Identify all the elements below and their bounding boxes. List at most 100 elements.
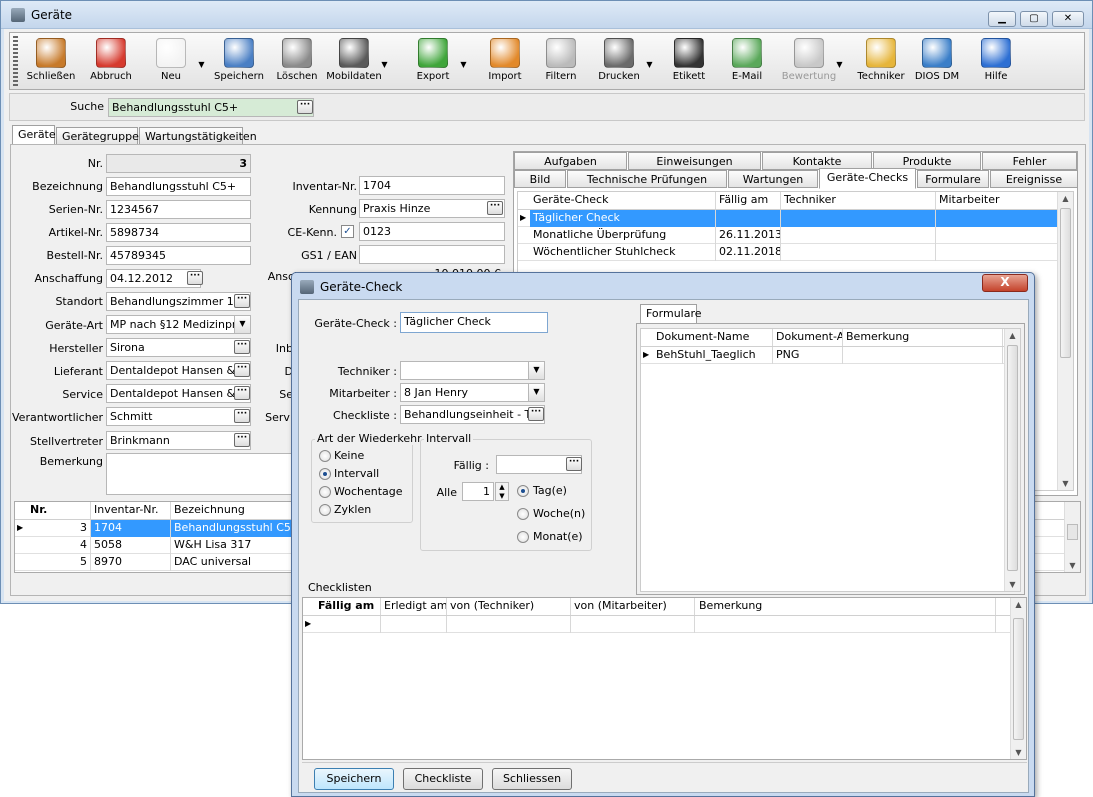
column-header[interactable]: Erledigt am	[381, 598, 447, 615]
scroll-down-icon[interactable]: ▼	[1065, 561, 1080, 570]
dropdown-arrow-icon[interactable]: ▼	[645, 60, 654, 69]
geraeteart-select[interactable]: MP nach §12 Medizinproc	[106, 315, 251, 334]
art-radio-1[interactable]	[319, 450, 331, 462]
table-row[interactable]: Wöchentlicher Stuhlcheck 02.11.2018	[518, 244, 1060, 261]
checkliste-field[interactable]: Behandlungseinheit - Tägli	[400, 405, 545, 424]
right-tab-row2-6[interactable]: Ereignisse	[990, 170, 1078, 188]
verantwortlicher-ellipsis-button[interactable]: ···	[234, 409, 250, 423]
formulare-grid-scrollbar[interactable]: ▲ ▼	[1004, 329, 1020, 591]
checklisten-grid-scrollbar[interactable]: ▲ ▼	[1010, 598, 1026, 759]
faellig-ellipsis-button[interactable]: ···	[566, 457, 582, 471]
toolbar-button-5[interactable]: Löschen	[268, 36, 326, 88]
right-tab-row2-4[interactable]: Geräte-Checks	[819, 168, 916, 189]
minimize-button[interactable]: ▁	[988, 11, 1016, 27]
ce-checkbox[interactable]: ✓	[341, 225, 354, 238]
scroll-up-icon[interactable]: ▲	[1005, 331, 1020, 340]
kennung-ellipsis-button[interactable]: ···	[487, 201, 503, 215]
interval-radio-2[interactable]	[517, 508, 529, 520]
column-header[interactable]: Mitarbeiter	[936, 192, 1060, 209]
toolbar-button-14[interactable]: Techniker	[852, 36, 910, 88]
artikel-field[interactable]: 5898734	[106, 223, 251, 242]
mitarbeiter-select[interactable]: 8 Jan Henry	[400, 383, 545, 402]
tab-geraete[interactable]: Geräte	[12, 125, 56, 145]
dropdown-arrow-icon[interactable]: ▼	[459, 60, 468, 69]
verantwortlicher-field[interactable]: Schmitt	[106, 407, 251, 426]
close-window-button[interactable]: ✕	[1052, 11, 1084, 27]
toolbar-button-6[interactable]: Mobildaten	[325, 36, 383, 88]
service-ellipsis-button[interactable]: ···	[234, 386, 250, 400]
techniker-dropdown-icon[interactable]: ▼	[528, 362, 544, 379]
column-header[interactable]: Techniker	[781, 192, 936, 209]
interval-radio-3[interactable]	[517, 531, 529, 543]
right-tab-row1-2[interactable]: Einweisungen	[628, 152, 761, 170]
right-tab-row1-1[interactable]: Aufgaben	[514, 152, 627, 170]
dropdown-arrow-icon[interactable]: ▼	[835, 60, 844, 69]
scroll-thumb[interactable]	[1060, 208, 1071, 358]
search-ellipsis-button[interactable]: ···	[297, 100, 313, 114]
service-field[interactable]: Dentaldepot Hansen & Co.	[106, 384, 251, 403]
toolbar-button-11[interactable]: Etikett	[660, 36, 718, 88]
bemerkung-field[interactable]	[106, 453, 296, 495]
column-header[interactable]: Bemerkung	[843, 329, 1003, 346]
right-tab-row2-2[interactable]: Technische Prüfungen	[567, 170, 727, 188]
bestell-field[interactable]: 45789345	[106, 246, 251, 265]
inventar-field[interactable]: 1704	[359, 176, 505, 195]
scroll-up-icon[interactable]: ▲	[1058, 194, 1073, 203]
column-header[interactable]: Bezeichnung	[171, 502, 311, 519]
stellvertreter-field[interactable]: Brinkmann	[106, 431, 251, 450]
dropdown-arrow-icon[interactable]: ▼	[197, 60, 206, 69]
maximize-button[interactable]: ▢	[1020, 11, 1048, 27]
column-header[interactable]: Dokument-Name	[653, 329, 773, 346]
art-radio-2[interactable]	[319, 468, 331, 480]
lieferant-ellipsis-button[interactable]: ···	[234, 363, 250, 377]
anschaffung-ellipsis-button[interactable]: ···	[187, 271, 203, 285]
hersteller-ellipsis-button[interactable]: ···	[234, 340, 250, 354]
close-button[interactable]: Schliessen	[492, 768, 572, 790]
scroll-thumb[interactable]	[1067, 524, 1078, 540]
column-header[interactable]: Inventar-Nr.	[91, 502, 171, 519]
column-header[interactable]: Dokument-Art	[773, 329, 843, 346]
bezeichnung-field[interactable]: Behandlungsstuhl C5+	[106, 177, 251, 196]
checkliste-button[interactable]: Checkliste	[403, 768, 483, 790]
table-row[interactable]: Monatliche Überprüfung 26.11.2013	[518, 227, 1060, 244]
column-header[interactable]: von (Techniker)	[447, 598, 571, 615]
gs1-field[interactable]	[359, 245, 505, 264]
ce-field[interactable]: 0123	[359, 222, 505, 241]
toolbar-button-4[interactable]: Speichern	[210, 36, 268, 88]
dropdown-arrow-icon[interactable]: ▼	[380, 60, 389, 69]
scroll-thumb[interactable]	[1007, 345, 1018, 571]
scroll-thumb[interactable]	[1013, 618, 1024, 740]
toolbar-button-9[interactable]: Filtern	[532, 36, 590, 88]
toolbar-button-10[interactable]: Drucken	[590, 36, 648, 88]
scroll-down-icon[interactable]: ▼	[1005, 580, 1020, 589]
standort-ellipsis-button[interactable]: ···	[234, 294, 250, 308]
art-radio-4[interactable]	[319, 504, 331, 516]
techniker-select[interactable]	[400, 361, 545, 380]
column-header[interactable]: Geräte-Check	[530, 192, 716, 209]
table-row[interactable]: ▶	[303, 616, 1010, 633]
column-header[interactable]: von (Mitarbeiter)	[571, 598, 695, 615]
column-header[interactable]: Fällig am	[315, 598, 381, 615]
mitarbeiter-dropdown-icon[interactable]: ▼	[528, 384, 544, 401]
right-tab-row2-1[interactable]: Bild	[514, 170, 566, 188]
stellvertreter-ellipsis-button[interactable]: ···	[234, 433, 250, 447]
search-input[interactable]: Behandlungsstuhl C5+	[108, 98, 314, 117]
right-tab-row2-5[interactable]: Formulare	[917, 170, 989, 188]
toolbar-button-2[interactable]: Abbruch	[82, 36, 140, 88]
geraeteart-dropdown-icon[interactable]: ▼	[234, 316, 250, 333]
interval-radio-1[interactable]	[517, 485, 529, 497]
toolbar-button-7[interactable]: Export	[404, 36, 462, 88]
standort-field[interactable]: Behandlungszimmer 1	[106, 292, 251, 311]
check-name-input[interactable]: Täglicher Check	[400, 312, 548, 333]
scroll-down-icon[interactable]: ▼	[1058, 479, 1073, 488]
save-button[interactable]: Speichern	[314, 768, 394, 790]
tab-wartungstaetigkeiten[interactable]: Wartungstätigkeiten	[139, 127, 257, 145]
column-header[interactable]: Nr.	[27, 502, 91, 519]
table-row[interactable]: ▶ BehStuhl_Taeglich PNG	[641, 347, 1004, 364]
alle-spinner[interactable]: 1	[462, 482, 494, 501]
tab-formulare[interactable]: Formulare	[640, 304, 702, 324]
checks-grid-scrollbar[interactable]: ▲ ▼	[1057, 192, 1073, 490]
scroll-down-icon[interactable]: ▼	[1011, 748, 1026, 757]
toolbar-button-1[interactable]: Schließen	[22, 36, 80, 88]
toolbar-button-8[interactable]: Import	[476, 36, 534, 88]
